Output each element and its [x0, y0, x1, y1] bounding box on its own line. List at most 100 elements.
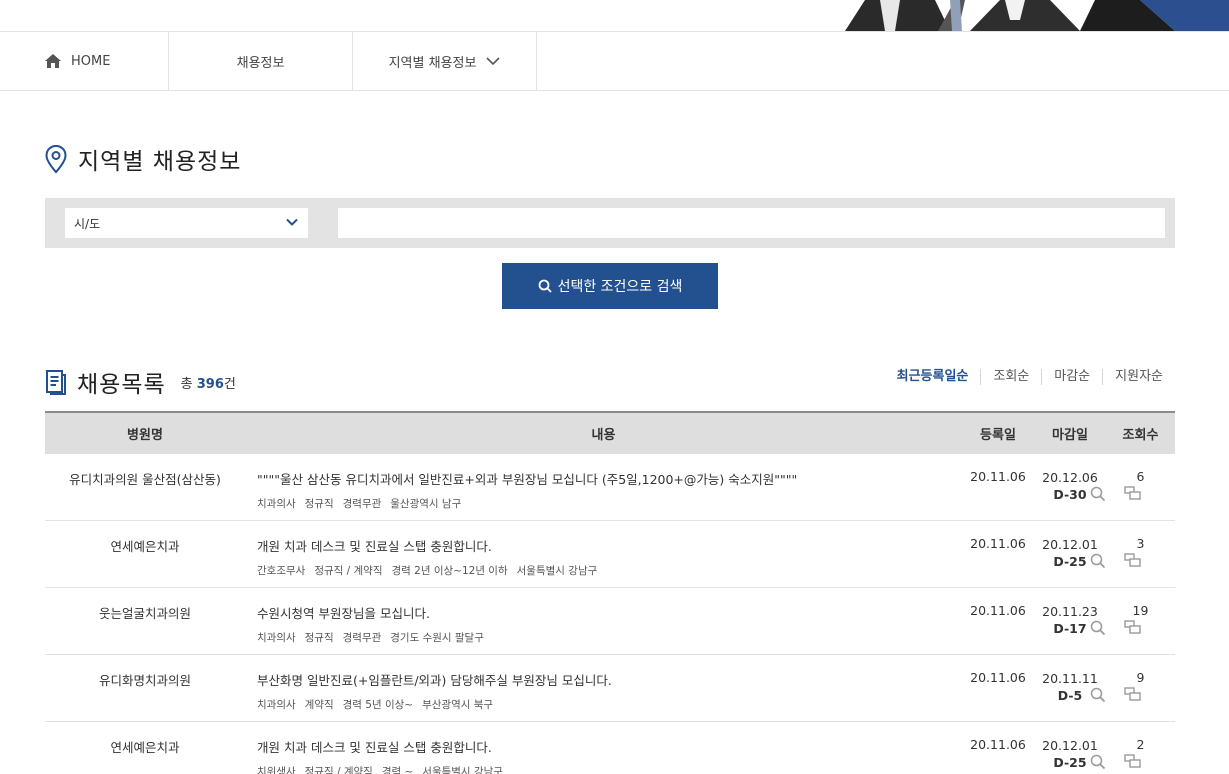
job-meta-item: 서울특별시 강남구 [422, 766, 503, 774]
job-meta-item: 계약직 [304, 699, 334, 711]
header-views: 조회수 [1122, 428, 1159, 443]
search-button-label: 선택한 조건으로 검색 [557, 279, 683, 295]
job-meta-item: 부산광역시 북구 [422, 699, 494, 711]
job-meta-item: 경력 5년 이상~ [342, 699, 414, 711]
windows-icon[interactable] [1124, 620, 1141, 634]
windows-icon[interactable] [1124, 553, 1141, 567]
registered-date: 20.11.06 [970, 670, 1026, 685]
job-meta-item: 경기도 수원시 팔달구 [390, 632, 484, 644]
total-number: 396 [196, 376, 224, 392]
job-meta-item: 정규직 / 계약직 [304, 766, 373, 774]
breadcrumb-nav: HOME 채용정보 지역별 채용정보 [0, 31, 1229, 91]
chevron-down-icon [486, 56, 500, 65]
windows-icon[interactable] [1124, 486, 1141, 500]
job-meta-item: 경력 ~ [381, 766, 414, 774]
job-meta-item: 울산광역시 남구 [390, 498, 462, 510]
job-meta: 치과의사 계약직 경력 5년 이상~ 부산광역시 북구 [257, 697, 962, 712]
region-select[interactable]: 시/도 [65, 208, 308, 238]
magnify-icon[interactable] [1090, 486, 1106, 502]
search-icon [538, 279, 552, 293]
job-meta-item: 정규직 [304, 632, 334, 644]
location-pin-icon [45, 144, 67, 174]
sort-views[interactable]: 조회순 [980, 369, 1041, 385]
nav-category[interactable]: 채용정보 [169, 32, 353, 90]
job-meta-item: 치과의사 [257, 699, 296, 711]
deadline-date: 20.12.01 [1042, 738, 1098, 753]
registered-date: 20.11.06 [970, 469, 1026, 484]
row-actions [1090, 620, 1141, 636]
total-count: 총 396건 [181, 373, 236, 392]
table-row: 유디화명치과의원 부산화명 일반진료(+임플란트/외과) 담당해주실 부원장님 … [45, 655, 1175, 722]
deadline-date: 20.11.23 [1042, 604, 1098, 619]
row-actions [1090, 553, 1141, 569]
table-body: 유디치과의원 울산점(삼산동) """"울산 삼산동 유디치과에서 일반진료+외… [45, 454, 1175, 774]
page-title-text: 지역별 채용정보 [78, 149, 242, 175]
row-content: 부산화명 일반진료(+임플란트/외과) 담당해주실 부원장님 모십니다. 치과의… [245, 655, 1141, 721]
table-row: 연세예은치과 개원 치과 데스크 및 진료실 스탭 충원합니다. 치위생사 정규직… [45, 722, 1175, 774]
hospital-name[interactable]: 연세예은치과 [45, 722, 245, 774]
nav-region-label: 지역별 채용정보 [388, 55, 477, 71]
job-title-link[interactable]: 개원 치과 데스크 및 진료실 스탭 충원합니다. [257, 737, 962, 756]
table-header: 병원명 내용 등록일 마감일 조회수 [45, 411, 1175, 454]
row-actions [1090, 486, 1141, 502]
search-button[interactable]: 선택한 조건으로 검색 [502, 263, 718, 309]
header-name: 병원명 [127, 428, 163, 443]
list-title: 채용목록 [77, 372, 166, 398]
windows-icon[interactable] [1124, 687, 1141, 701]
nav-home-label: HOME [71, 53, 111, 69]
chevron-down-icon [286, 218, 298, 226]
sort-recent[interactable]: 최근등록일순 [885, 369, 981, 385]
total-prefix: 총 [180, 376, 193, 392]
table-row: 유디치과의원 울산점(삼산동) """"울산 삼산동 유디치과에서 일반진료+외… [45, 454, 1175, 521]
keyword-input[interactable] [338, 208, 1165, 238]
registered-date: 20.11.06 [970, 536, 1026, 551]
document-list-icon [46, 370, 66, 395]
job-meta-item: 경력무관 [342, 498, 382, 510]
job-meta: 치과의사 정규직 경력무관 울산광역시 남구 [257, 496, 962, 511]
hospital-name[interactable]: 연세예은치과 [45, 521, 245, 587]
top-banner [0, 0, 1229, 31]
total-suffix: 건 [223, 376, 236, 392]
job-meta-item: 치과의사 [257, 632, 296, 644]
list-header: 채용목록 총 396건 [45, 365, 236, 399]
sort-options: 최근등록일순 조회순 마감순 지원자순 [885, 369, 1175, 385]
region-select-value: 시/도 [74, 216, 101, 231]
nav-category-label: 채용정보 [236, 55, 285, 71]
job-table: 병원명 내용 등록일 마감일 조회수 유디치과의원 울산점(삼산동) """"울… [45, 411, 1175, 774]
row-content: """"울산 삼산동 유디치과에서 일반진료+외과 부원장님 모십니다 (주5일… [245, 454, 1141, 520]
row-actions [1090, 754, 1141, 770]
row-content: 개원 치과 데스크 및 진료실 스탭 충원합니다. 치위생사 정규직 / 계약직 경… [245, 722, 1141, 774]
windows-icon[interactable] [1124, 754, 1141, 768]
hospital-name[interactable]: 유디화명치과의원 [45, 655, 245, 721]
magnify-icon[interactable] [1090, 687, 1106, 703]
job-title-link[interactable]: 개원 치과 데스크 및 진료실 스탭 충원합니다. [257, 536, 962, 555]
job-meta: 간호조무사 정규직 / 계약직 경력 2년 이상~12년 이하 서울특별시 강남구 [257, 563, 962, 578]
hospital-name[interactable]: 웃는얼굴치과의원 [45, 588, 245, 654]
sort-applicants[interactable]: 지원자순 [1102, 369, 1175, 385]
page-title: 지역별 채용정보 [44, 142, 241, 176]
nav-region-dropdown[interactable]: 지역별 채용정보 [353, 32, 537, 90]
registered-date: 20.11.06 [970, 737, 1026, 752]
magnify-icon[interactable] [1090, 754, 1106, 770]
magnify-icon[interactable] [1090, 620, 1106, 636]
job-meta: 치과의사 정규직 경력무관 경기도 수원시 팔달구 [257, 630, 962, 645]
hospital-name[interactable]: 유디치과의원 울산점(삼산동) [45, 454, 245, 520]
search-panel: 시/도 [45, 198, 1175, 248]
table-row: 웃는얼굴치과의원 수원시청역 부원장님을 모십니다. 치과의사 정규직 경력무관 경기… [45, 588, 1175, 655]
home-icon [45, 54, 61, 68]
job-meta-item: 정규직 [304, 498, 334, 510]
job-meta-item: 치과의사 [257, 498, 296, 510]
job-title-link[interactable]: """"울산 삼산동 유디치과에서 일반진료+외과 부원장님 모십니다 (주5일… [257, 469, 962, 488]
job-title-link[interactable]: 수원시청역 부원장님을 모십니다. [257, 603, 962, 622]
sort-deadline[interactable]: 마감순 [1041, 369, 1102, 385]
job-meta: 치위생사 정규직 / 계약직 경력 ~ 서울특별시 강남구 [257, 764, 962, 774]
row-content: 개원 치과 데스크 및 진료실 스탭 충원합니다. 간호조무사 정규직 / 계약직… [245, 521, 1141, 587]
job-meta-item: 치위생사 [257, 766, 296, 774]
nav-home[interactable]: HOME [0, 32, 169, 90]
deadline-date: 20.12.06 [1042, 470, 1098, 485]
magnify-icon[interactable] [1090, 553, 1106, 569]
header-deadline: 마감일 [1052, 428, 1088, 443]
header-content: 내용 [591, 428, 616, 443]
job-title-link[interactable]: 부산화명 일반진료(+임플란트/외과) 담당해주실 부원장님 모십니다. [257, 670, 962, 689]
registered-date: 20.11.06 [970, 603, 1026, 618]
